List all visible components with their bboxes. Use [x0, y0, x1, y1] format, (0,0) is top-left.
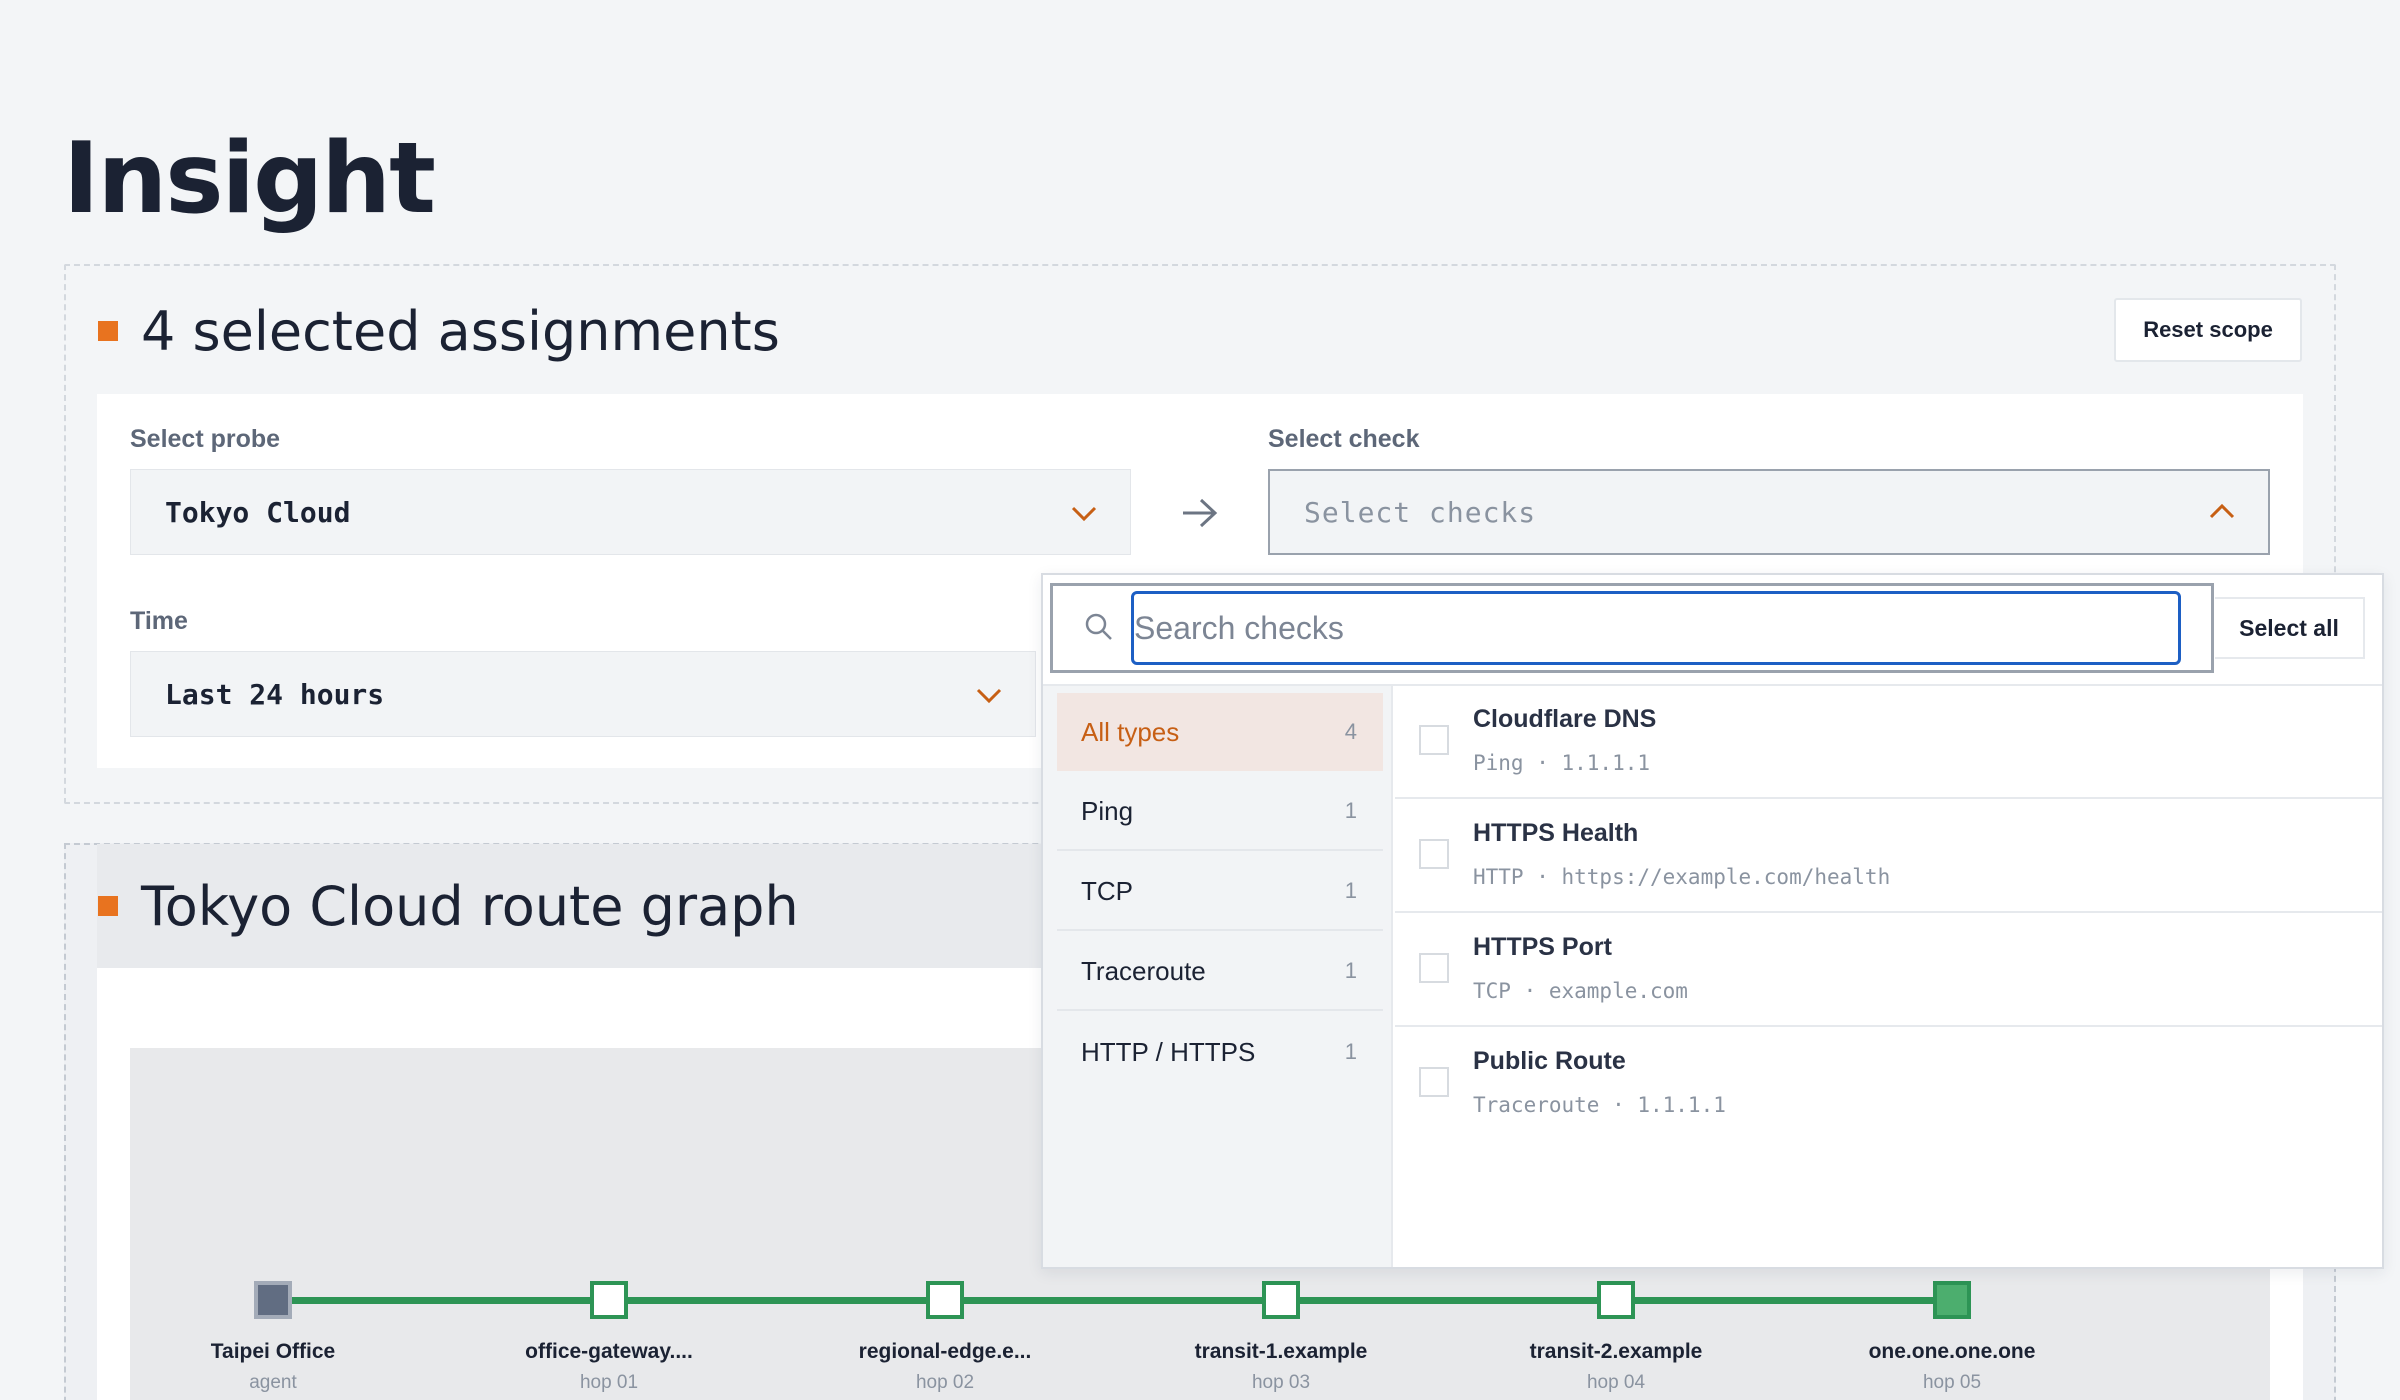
check-option-name: Cloudflare DNS	[1473, 705, 1657, 733]
check-option[interactable]: Cloudflare DNS Ping · 1.1.1.1	[1395, 685, 2382, 799]
probe-select-value: Tokyo Cloud	[165, 495, 351, 529]
probe-select[interactable]: Tokyo Cloud	[130, 469, 1131, 555]
reset-scope-button[interactable]: Reset scope	[2114, 298, 2302, 362]
node-sublabel: hop 04	[1586, 1372, 1646, 1393]
time-select[interactable]: Last 24 hours	[130, 651, 1036, 737]
select-all-button[interactable]: Select all	[2215, 597, 2365, 659]
probe-label: Select probe	[130, 425, 281, 453]
check-option[interactable]: Public Route Traceroute · 1.1.1.1	[1395, 1027, 2382, 1141]
route-node-destination[interactable]	[1933, 1281, 1971, 1319]
type-filter-count: 1	[1344, 1039, 1357, 1064]
type-filter-label: HTTP / HTTPS	[1081, 1036, 1256, 1067]
assignments-heading: 4 selected assignments	[141, 300, 780, 363]
check-option-meta: HTTP · https://example.com/health	[1473, 865, 1891, 889]
check-select-placeholder: Select checks	[1304, 495, 1537, 529]
type-filter-count: 1	[1344, 958, 1357, 983]
search-checks-input[interactable]	[1134, 594, 2174, 662]
check-label: Select check	[1268, 425, 1420, 453]
arrow-right-icon	[1183, 498, 1218, 528]
node-sublabel: hop 05	[1922, 1372, 1982, 1393]
check-option-name: Public Route	[1473, 1047, 1626, 1075]
node-sublabel: hop 02	[915, 1372, 975, 1393]
check-option-checkbox[interactable]	[1419, 953, 1449, 983]
type-filter-tcp[interactable]: TCP 1	[1057, 853, 1383, 931]
check-option-name: HTTPS Health	[1473, 819, 1639, 847]
route-node-agent[interactable]	[254, 1281, 292, 1319]
type-filter-label: TCP	[1081, 875, 1133, 906]
check-option-checkbox[interactable]	[1419, 1067, 1449, 1097]
type-filter-count: 1	[1344, 798, 1357, 823]
type-filter-traceroute[interactable]: Traceroute 1	[1057, 933, 1383, 1011]
check-option-meta: Traceroute · 1.1.1.1	[1473, 1093, 1726, 1117]
chevron-up-icon	[2209, 503, 2235, 519]
node-sublabel: hop 03	[1251, 1372, 1311, 1393]
node-label: transit-1.example	[1194, 1340, 1368, 1363]
search-icon	[1085, 613, 1112, 640]
section-marker-icon	[98, 896, 118, 916]
check-option-checkbox[interactable]	[1419, 725, 1449, 755]
node-label: transit-2.example	[1529, 1340, 1703, 1363]
node-label: one.one.one.one	[1868, 1340, 2036, 1363]
check-option-meta: Ping · 1.1.1.1	[1473, 751, 1651, 775]
type-filter-label: Ping	[1081, 795, 1134, 826]
route-path-line	[273, 1297, 1953, 1304]
time-label: Time	[130, 607, 188, 635]
node-label: Taipei Office	[210, 1340, 336, 1363]
check-select[interactable]: Select checks	[1268, 469, 2270, 555]
section-marker-icon	[98, 321, 118, 341]
time-select-value: Last 24 hours	[165, 677, 385, 711]
route-node-hop[interactable]	[1597, 1281, 1635, 1319]
check-option[interactable]: HTTPS Port TCP · example.com	[1395, 913, 2382, 1027]
chevron-down-icon	[976, 688, 1002, 704]
type-filter-all[interactable]: All types 4	[1057, 693, 1383, 771]
node-sublabel: hop 01	[579, 1372, 639, 1393]
type-filter-http[interactable]: HTTP / HTTPS 1	[1057, 1013, 1383, 1091]
node-sublabel: agent	[249, 1372, 297, 1393]
check-option-checkbox[interactable]	[1419, 839, 1449, 869]
type-filter-ping[interactable]: Ping 1	[1057, 773, 1383, 851]
chevron-down-icon	[1071, 506, 1097, 522]
route-node-hop[interactable]	[590, 1281, 628, 1319]
type-filter-label: All types	[1081, 716, 1180, 747]
type-filter-label: Traceroute	[1081, 955, 1206, 986]
page-title: Insight	[63, 122, 436, 236]
node-label: regional-edge.e...	[858, 1340, 1032, 1363]
route-graph-heading: Tokyo Cloud route graph	[141, 875, 799, 938]
type-filter-count: 1	[1344, 878, 1357, 903]
check-option[interactable]: HTTPS Health HTTP · https://example.com/…	[1395, 799, 2382, 913]
check-option-name: HTTPS Port	[1473, 933, 1612, 961]
insight-page: Insight 4 selected assignments Reset sco…	[0, 0, 2400, 1400]
route-node-hop[interactable]	[926, 1281, 964, 1319]
node-label: office-gateway....	[525, 1340, 693, 1363]
check-option-meta: TCP · example.com	[1473, 979, 1688, 1003]
type-filter-count: 4	[1344, 719, 1357, 744]
route-node-hop[interactable]	[1262, 1281, 1300, 1319]
